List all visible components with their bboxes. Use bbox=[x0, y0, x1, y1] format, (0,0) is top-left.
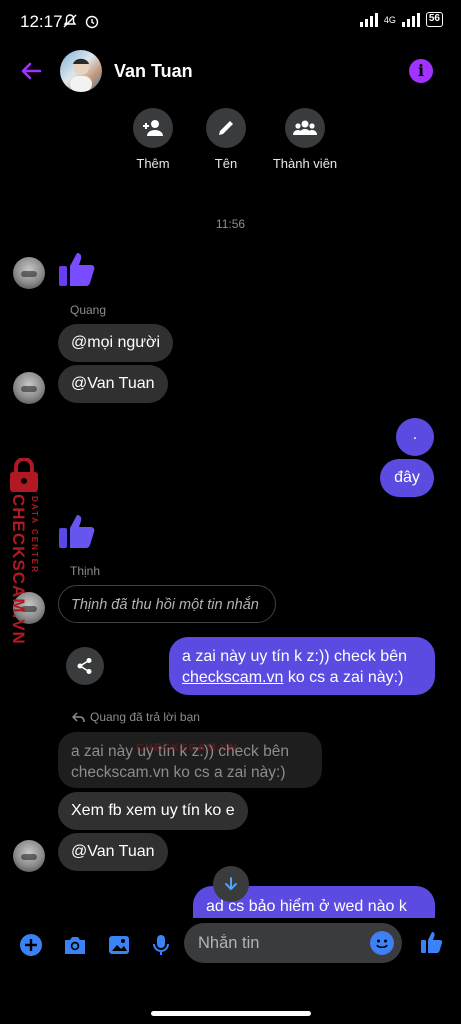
info-icon[interactable]: i bbox=[409, 59, 433, 83]
avatar[interactable] bbox=[13, 257, 45, 289]
members-label: Thành viên bbox=[272, 156, 338, 171]
message-bubble[interactable]: @Van Tuan bbox=[58, 365, 168, 403]
contact-name[interactable]: Van Tuan bbox=[114, 61, 193, 82]
outgoing-message-line: checkscam.vn ko cs a zai này:) bbox=[182, 667, 422, 688]
avatar-photo-icon bbox=[70, 58, 92, 92]
mute-icon bbox=[63, 14, 77, 28]
share-icon bbox=[77, 658, 92, 674]
emoji-icon[interactable] bbox=[370, 931, 394, 955]
watermark-center: CHECKSCAM.VN bbox=[136, 742, 238, 754]
reply-indicator: Quang đã trả lời bạn bbox=[72, 710, 200, 724]
signal-icon bbox=[359, 12, 378, 27]
home-indicator[interactable] bbox=[151, 1011, 311, 1016]
status-right-icons: 4G 56 bbox=[359, 12, 443, 27]
message-bubble[interactable]: @mọi người bbox=[58, 324, 174, 362]
message-bubble[interactable]: @Van Tuan bbox=[58, 833, 168, 871]
message-bubble[interactable]: Xem fb xem uy tín ko e bbox=[58, 792, 248, 830]
quoted-message[interactable]: a zai này uy tín k z:)) check bên checks… bbox=[58, 732, 322, 788]
network-type: 4G bbox=[383, 14, 396, 25]
gallery-icon[interactable] bbox=[106, 932, 132, 958]
pencil-icon bbox=[219, 121, 233, 135]
smiley-icon bbox=[371, 932, 393, 954]
add-person-icon bbox=[143, 120, 163, 136]
watermark-logo: CHECKSCAM.VN DATA CENTER bbox=[4, 458, 44, 653]
members-action[interactable]: Thành viên bbox=[250, 108, 360, 171]
thumbs-up-icon bbox=[59, 515, 95, 548]
camera-icon[interactable] bbox=[62, 932, 88, 958]
outgoing-message[interactable]: đây bbox=[380, 459, 434, 497]
contact-avatar[interactable] bbox=[60, 50, 102, 92]
quoted-line: checkscam.vn ko cs a zai này:) bbox=[71, 764, 286, 781]
watermark-sub: DATA CENTER bbox=[30, 496, 39, 574]
sender-name: Thịnh bbox=[70, 564, 101, 578]
signal-icon-2 bbox=[401, 12, 420, 27]
battery-level: 56 bbox=[425, 12, 443, 27]
conversation-timestamp: 11:56 bbox=[215, 217, 246, 231]
recalled-message: Thịnh đã thu hồi một tin nhắn bbox=[58, 585, 276, 623]
outgoing-message[interactable]: a zai này uy tín k z:)) check bên checks… bbox=[169, 637, 435, 695]
sender-name: Quang bbox=[70, 303, 107, 317]
lock-icon bbox=[10, 458, 38, 492]
plus-icon[interactable] bbox=[18, 932, 44, 958]
scroll-down-button[interactable] bbox=[213, 866, 249, 902]
outgoing-message-line: a zai này uy tín k z:)) check bên bbox=[182, 648, 407, 665]
outgoing-message[interactable]: . bbox=[396, 418, 434, 456]
alarm-icon bbox=[85, 15, 99, 29]
status-time: 12:17 bbox=[20, 12, 63, 31]
microphone-icon[interactable] bbox=[148, 932, 174, 958]
message-link[interactable]: checkscam.vn bbox=[182, 669, 283, 686]
avatar[interactable] bbox=[13, 840, 45, 872]
thumbs-up-icon bbox=[59, 253, 95, 286]
share-button[interactable] bbox=[66, 647, 104, 685]
reply-arrow-icon bbox=[72, 711, 85, 722]
message-text: ko cs a zai này:) bbox=[283, 669, 404, 686]
status-notification-icons bbox=[62, 13, 100, 29]
back-arrow-icon[interactable] bbox=[18, 58, 44, 84]
watermark-brand: CHECKSCAM.VN bbox=[9, 494, 28, 645]
arrow-down-icon bbox=[225, 877, 237, 891]
reply-note-text: Quang đã trả lời bạn bbox=[90, 710, 200, 724]
avatar[interactable] bbox=[13, 372, 45, 404]
like-send-icon[interactable] bbox=[419, 929, 445, 955]
group-icon bbox=[293, 120, 317, 135]
